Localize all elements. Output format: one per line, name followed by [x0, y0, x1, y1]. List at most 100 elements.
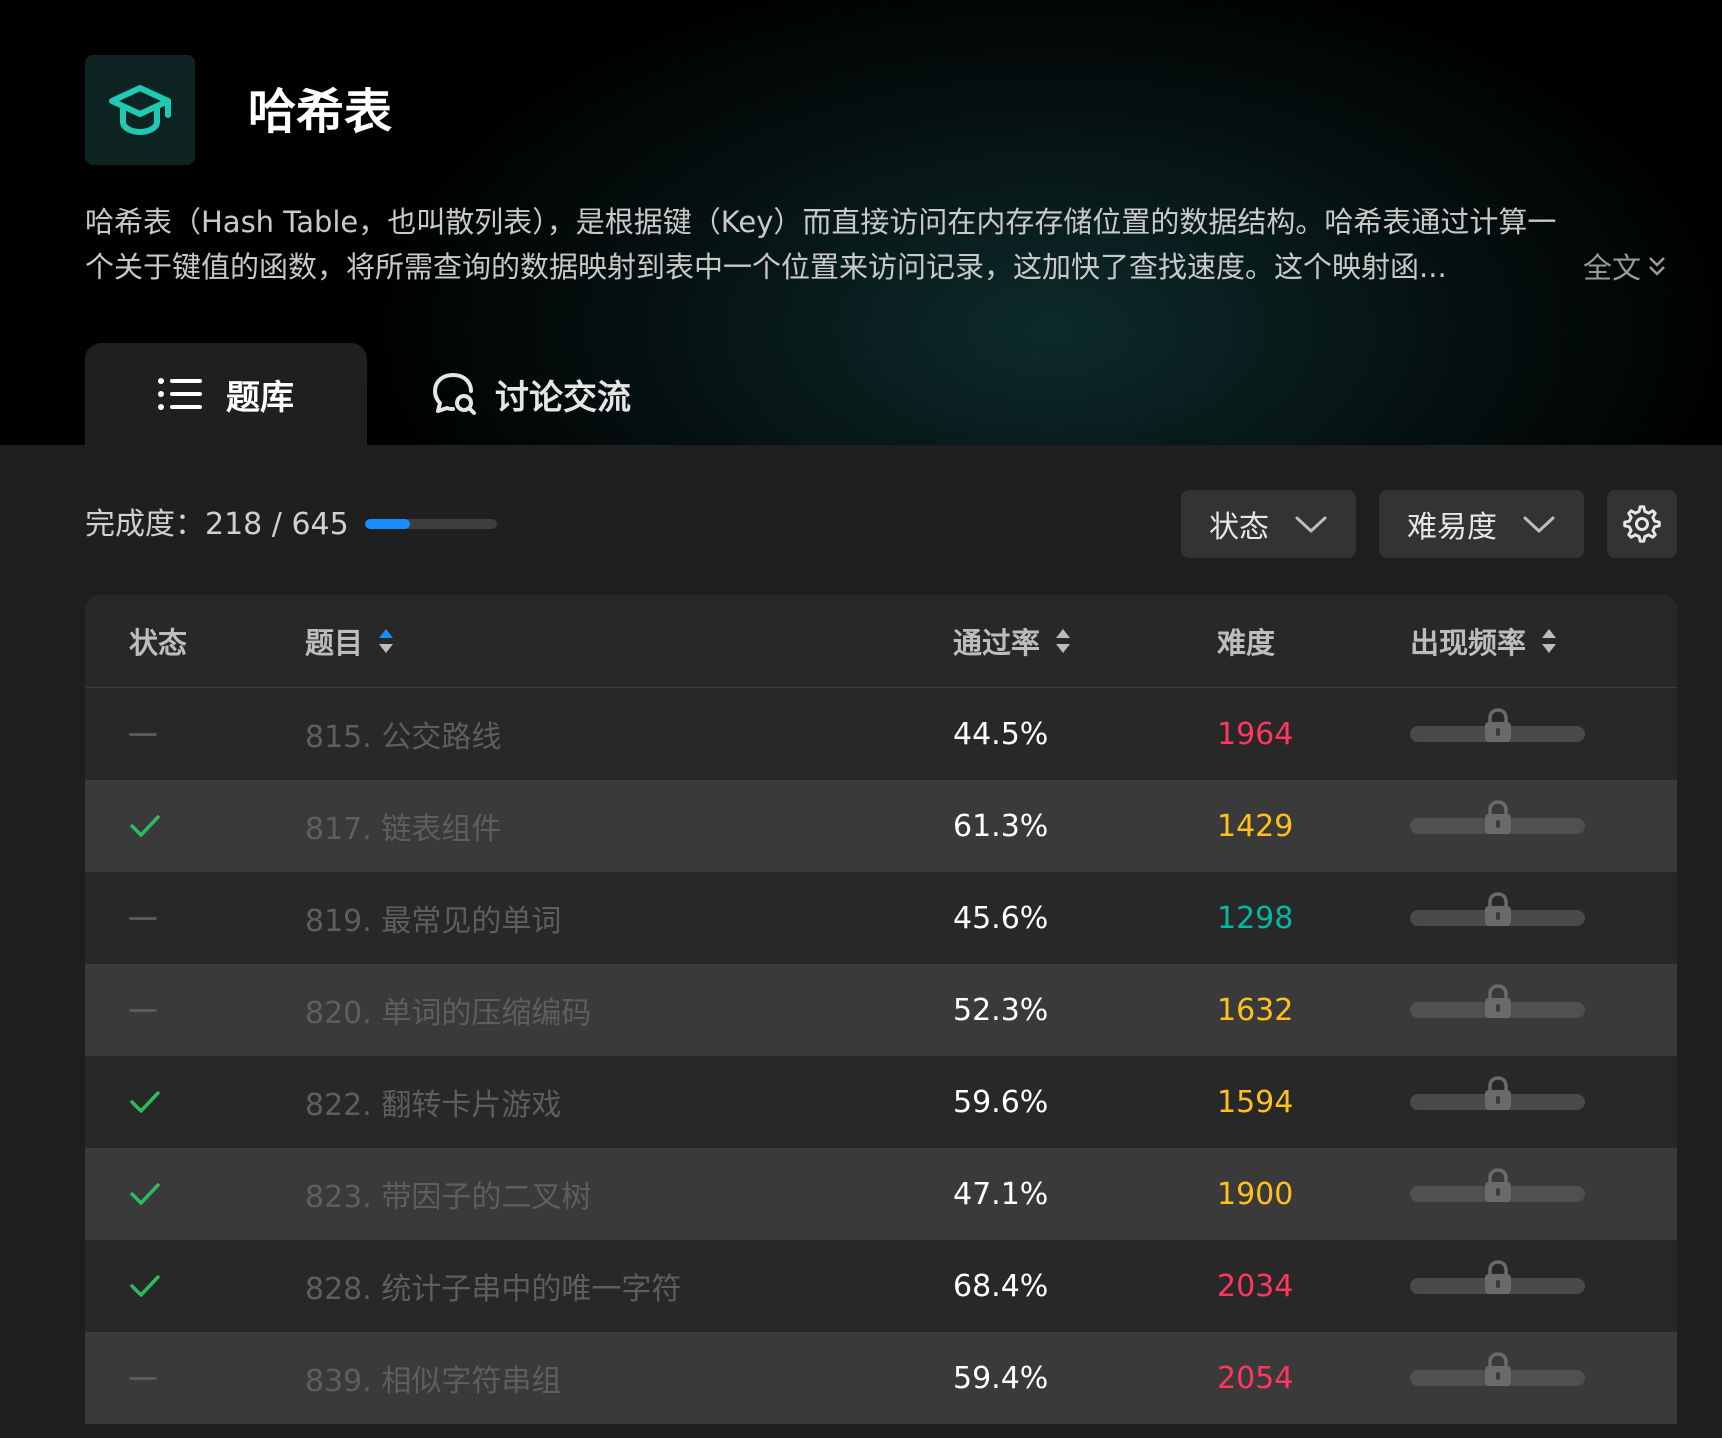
description-line-1: 哈希表（Hash Table，也叫散列表），是根据键（Key）而直接访问在内存存… — [85, 205, 1557, 239]
frequency-bar-locked — [1410, 892, 1585, 926]
problem-title-link[interactable]: 817. 链表组件 — [305, 780, 501, 872]
pass-rate: 59.4% — [953, 1360, 1049, 1396]
pass-rate: 45.6% — [953, 900, 1049, 936]
table-row[interactable]: 822. 翻转卡片游戏 59.6% 1594 — [85, 1056, 1677, 1148]
not-attempted-dash-icon — [129, 1376, 157, 1380]
lock-icon — [1485, 800, 1511, 834]
check-icon — [130, 1275, 160, 1297]
difficulty-rating: 2054 — [1217, 1360, 1294, 1396]
pass-rate: 59.6% — [953, 1084, 1049, 1120]
problem-title-link[interactable]: 839. 相似字符串组 — [305, 1332, 561, 1424]
frequency-bar-locked — [1410, 1260, 1585, 1294]
check-icon — [130, 815, 160, 837]
frequency-cell — [1410, 1148, 1585, 1240]
table-row[interactable]: 839. 相似字符串组 59.4% 2054 — [85, 1332, 1677, 1424]
column-difficulty-label: 难度 — [1217, 626, 1276, 660]
status-filter-dropdown[interactable]: 状态 — [1181, 490, 1356, 558]
check-icon — [130, 1091, 160, 1113]
difficulty-rating: 1429 — [1217, 808, 1294, 844]
chevron-down-icon — [1295, 516, 1327, 533]
table-row[interactable]: 819. 最常见的单词 45.6% 1298 — [85, 872, 1677, 964]
settings-button[interactable] — [1607, 490, 1677, 558]
tab-discussion-label: 讨论交流 — [495, 377, 631, 418]
frequency-cell — [1410, 1056, 1585, 1148]
frequency-cell — [1410, 1332, 1585, 1424]
frequency-bar-locked — [1410, 984, 1585, 1018]
page-title: 哈希表 — [248, 84, 393, 140]
problem-title-link[interactable]: 822. 翻转卡片游戏 — [305, 1056, 561, 1148]
row-status — [129, 780, 161, 872]
graduation-cap-icon — [109, 85, 171, 136]
column-header-title[interactable]: 题目 — [305, 595, 395, 687]
problem-table: 状态 题目 通过率 难度 出现频率 815. 公交路线 44.5% 1964 8… — [85, 595, 1677, 1424]
frequency-bar-locked — [1410, 1352, 1585, 1386]
status-filter-label: 状态 — [1209, 510, 1269, 545]
difficulty-rating: 1632 — [1217, 992, 1294, 1028]
difficulty-rating: 2034 — [1217, 1268, 1294, 1304]
not-attempted-dash-icon — [129, 1008, 157, 1012]
row-status — [129, 964, 157, 1056]
tab-problem-list-label: 题库 — [226, 377, 294, 418]
lock-icon — [1485, 1352, 1511, 1386]
frequency-bar-locked — [1410, 708, 1585, 742]
column-header-difficulty: 难度 — [1217, 595, 1275, 687]
frequency-cell — [1410, 964, 1585, 1056]
expand-description-button[interactable]: 全文 — [1583, 245, 1667, 287]
lock-icon — [1485, 1168, 1511, 1202]
column-pass-rate-label: 通过率 — [953, 626, 1041, 660]
row-status — [129, 1240, 161, 1332]
row-status — [129, 1332, 157, 1424]
topic-description: 哈希表（Hash Table，也叫散列表），是根据键（Key）而直接访问在内存存… — [85, 200, 1685, 290]
difficulty-filter-dropdown[interactable]: 难易度 — [1379, 490, 1584, 558]
tab-problem-list[interactable]: 题库 — [85, 343, 367, 445]
lock-icon — [1485, 984, 1511, 1018]
frequency-cell — [1410, 872, 1585, 964]
difficulty-rating: 1594 — [1217, 1084, 1294, 1120]
chat-search-icon — [433, 373, 476, 415]
table-row[interactable]: 817. 链表组件 61.3% 1429 — [85, 780, 1677, 872]
frequency-cell — [1410, 1240, 1585, 1332]
table-row[interactable]: 815. 公交路线 44.5% 1964 — [85, 688, 1677, 780]
problem-title-link[interactable]: 819. 最常见的单词 — [305, 872, 561, 964]
chevron-down-icon — [1523, 516, 1555, 533]
check-icon — [130, 1183, 160, 1205]
description-line-2: 个关于键值的函数，将所需查询的数据映射到表中一个位置来访问记录，这加快了查找速度… — [85, 250, 1447, 284]
table-row[interactable]: 828. 统计子串中的唯一字符 68.4% 2034 — [85, 1240, 1677, 1332]
frequency-cell — [1410, 688, 1585, 780]
double-chevron-down-icon — [1649, 257, 1665, 276]
tab-discussion[interactable]: 讨论交流 — [367, 343, 631, 445]
table-row[interactable]: 823. 带因子的二叉树 47.1% 1900 — [85, 1148, 1677, 1240]
progress-value: 218 / 645 — [205, 507, 349, 542]
list-icon — [158, 378, 202, 410]
problem-title-link[interactable]: 828. 统计子串中的唯一字符 — [305, 1240, 681, 1332]
difficulty-rating: 1900 — [1217, 1176, 1294, 1212]
problem-title-link[interactable]: 823. 带因子的二叉树 — [305, 1148, 591, 1240]
problem-title-link[interactable]: 820. 单词的压缩编码 — [305, 964, 591, 1056]
frequency-cell — [1410, 780, 1585, 872]
sort-icon[interactable] — [377, 627, 395, 655]
row-status — [129, 872, 157, 964]
lock-icon — [1485, 1076, 1511, 1110]
column-header-pass-rate[interactable]: 通过率 — [953, 595, 1072, 687]
row-status — [129, 688, 157, 780]
problem-title-link[interactable]: 815. 公交路线 — [305, 688, 501, 780]
table-row[interactable]: 820. 单词的压缩编码 52.3% 1632 — [85, 964, 1677, 1056]
column-frequency-label: 出现频率 — [1410, 626, 1527, 660]
frequency-bar-locked — [1410, 1168, 1585, 1202]
lock-icon — [1485, 1260, 1511, 1294]
pass-rate: 47.1% — [953, 1176, 1049, 1212]
page: 哈希表 哈希表（Hash Table，也叫散列表），是根据键（Key）而直接访问… — [0, 0, 1722, 1438]
gear-icon — [1623, 505, 1661, 543]
expand-label: 全文 — [1583, 251, 1642, 285]
pass-rate: 44.5% — [953, 716, 1049, 752]
lock-icon — [1485, 708, 1511, 742]
progress-label: 完成度： — [85, 507, 205, 542]
not-attempted-dash-icon — [129, 732, 157, 736]
pass-rate: 61.3% — [953, 808, 1049, 844]
sort-icon[interactable] — [1054, 627, 1072, 655]
sort-icon[interactable] — [1540, 627, 1558, 655]
row-status — [129, 1148, 161, 1240]
column-title-label: 题目 — [305, 626, 364, 660]
difficulty-rating: 1964 — [1217, 716, 1294, 752]
column-header-frequency[interactable]: 出现频率 — [1410, 595, 1558, 687]
